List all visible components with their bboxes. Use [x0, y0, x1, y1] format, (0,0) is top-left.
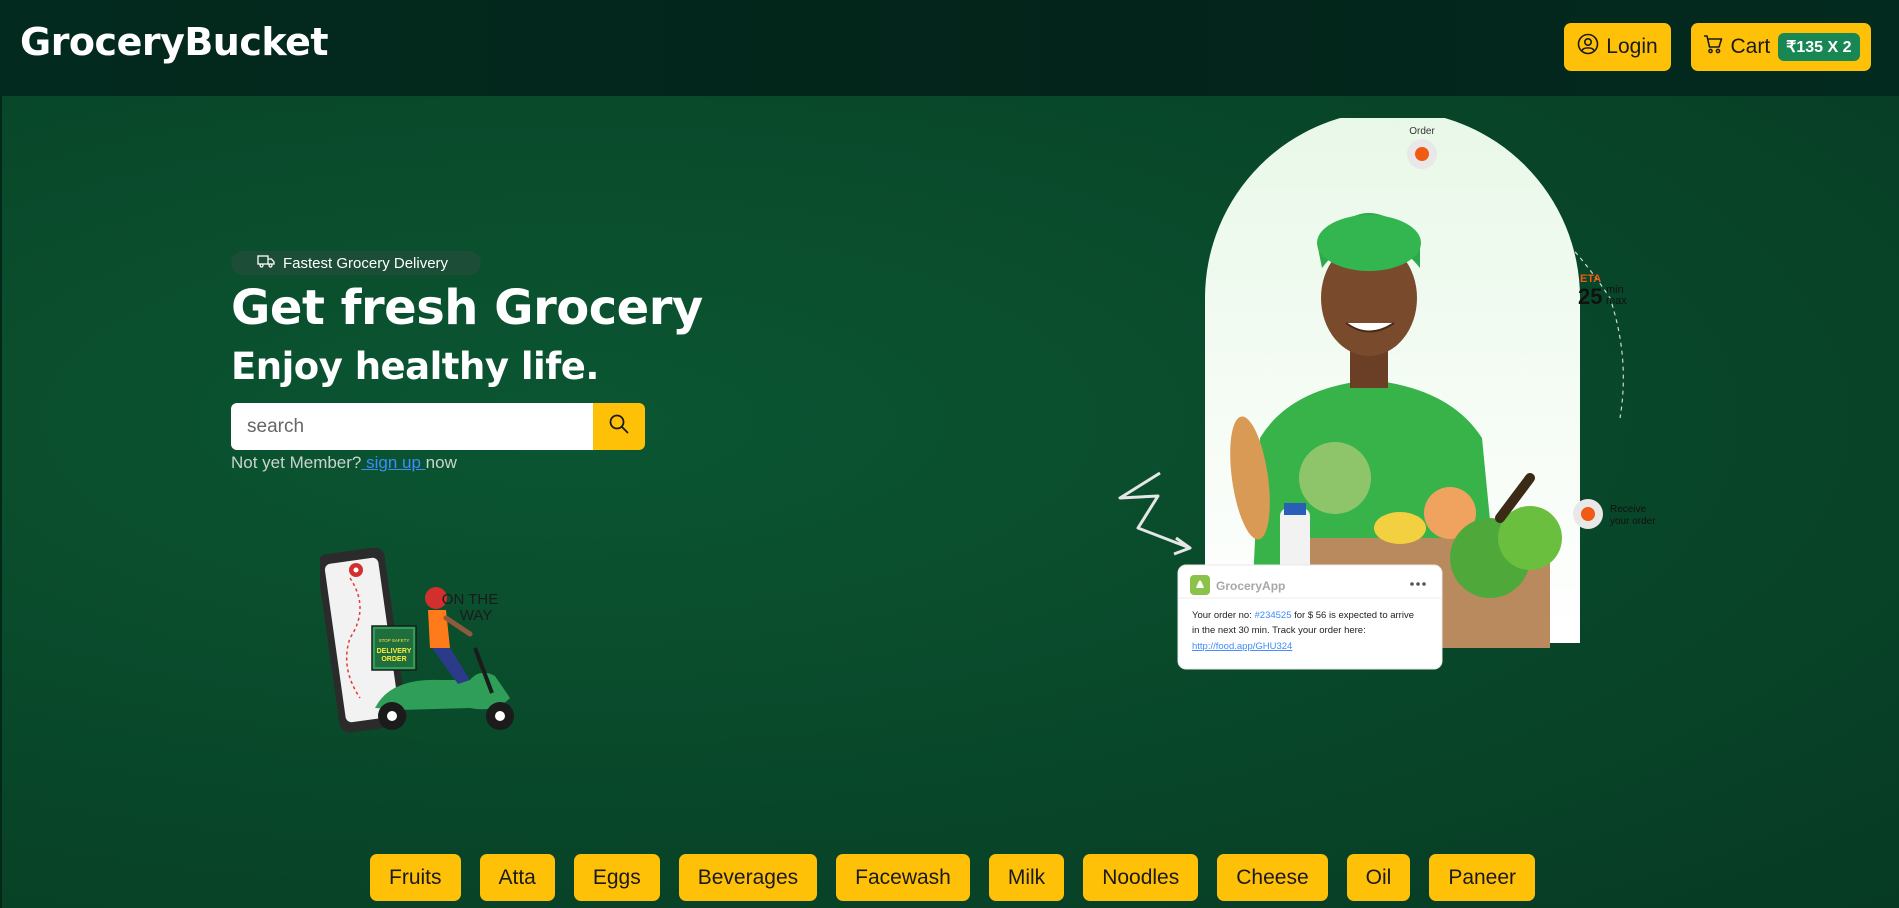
- notification-text-post: for $ 56 is expected to arrive: [1291, 610, 1414, 621]
- receive-label-2: your order: [1610, 516, 1656, 527]
- category-button-fruits[interactable]: Fruits: [370, 854, 461, 901]
- app-name: GroceryApp: [1216, 579, 1285, 593]
- delivery-person-illustration: Order ETA 25 min max Receive your order …: [1118, 118, 1656, 670]
- cart-button[interactable]: Cart ₹135 X 2: [1691, 23, 1871, 71]
- login-label: Login: [1606, 35, 1658, 58]
- hero-title: Get fresh Grocery: [231, 280, 703, 336]
- receive-label-1: Receive: [1610, 504, 1647, 515]
- member-suffix: now: [425, 453, 457, 472]
- pill-text: Fastest Grocery Delivery: [283, 254, 449, 272]
- box-text-3: ORDER: [381, 656, 406, 663]
- signup-link[interactable]: sign up: [361, 453, 425, 472]
- search-bar: [231, 403, 645, 450]
- top-navbar: GroceryBucket Login Cart ₹135 X 2: [0, 0, 1899, 96]
- cart-badge: ₹135 X 2: [1778, 33, 1860, 61]
- category-button-paneer[interactable]: Paneer: [1429, 854, 1536, 901]
- search-input[interactable]: [231, 403, 593, 450]
- category-button-beverages[interactable]: Beverages: [678, 854, 818, 901]
- signup-prompt: Not yet Member? sign up now: [231, 453, 457, 473]
- box-text-2: DELIVERY: [377, 648, 412, 655]
- svg-text:Your order no: #234525 for $ 5: Your order no: #234525 for $ 56 is expec…: [1192, 610, 1414, 621]
- scooter-delivery-illustration: STOP SAFETY DELIVERY ORDER ON THE WAY: [320, 548, 514, 733]
- category-bar: Fruits Atta Eggs Beverages Facewash Milk Noodl…: [370, 854, 1536, 902]
- on-the-way-text-2: WAY: [460, 607, 493, 624]
- category-button-facewash[interactable]: Facewash: [836, 854, 970, 901]
- brand-logo[interactable]: GroceryBucket: [20, 20, 329, 64]
- category-button-atta[interactable]: Atta: [479, 854, 555, 901]
- search-button[interactable]: [593, 403, 645, 450]
- member-prefix: Not yet Member?: [231, 453, 362, 472]
- notification-text-pre: Your order no:: [1192, 610, 1255, 621]
- box-text-1: STOP SAFETY: [379, 638, 410, 643]
- hero-subtitle: Enjoy healthy life.: [231, 345, 599, 388]
- fast-delivery-pill: Fastest Grocery Delivery: [231, 251, 481, 275]
- cart-label: Cart: [1730, 35, 1771, 58]
- eta-value: 25: [1578, 284, 1602, 309]
- user-circle-icon: [1577, 33, 1599, 61]
- category-button-cheese[interactable]: Cheese: [1217, 854, 1328, 901]
- search-icon: [608, 413, 630, 440]
- on-the-way-text-1: ON THE: [442, 591, 498, 608]
- notification-link: http://food.app/GHU324: [1192, 641, 1292, 652]
- category-button-milk[interactable]: Milk: [988, 854, 1065, 901]
- category-button-eggs[interactable]: Eggs: [573, 854, 660, 901]
- eta-unit-bottom: max: [1606, 295, 1627, 307]
- category-button-oil[interactable]: Oil: [1346, 854, 1411, 901]
- notification-order-no: #234525: [1255, 610, 1292, 621]
- login-button[interactable]: Login: [1564, 23, 1671, 71]
- order-label: Order: [1409, 126, 1435, 137]
- truck-icon: [257, 254, 275, 272]
- cart-icon: [1702, 33, 1724, 61]
- notification-line2: in the next 30 min. Track your order her…: [1192, 625, 1366, 636]
- category-button-noodles[interactable]: Noodles: [1083, 854, 1199, 901]
